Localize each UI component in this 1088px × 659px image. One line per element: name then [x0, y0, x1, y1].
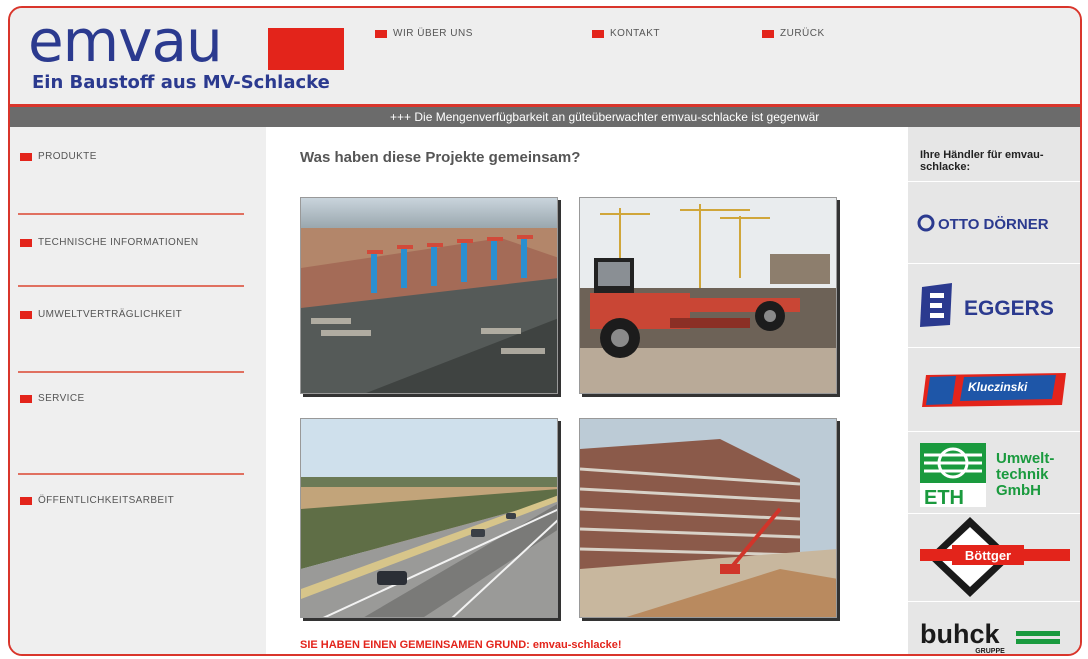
page-frame: emvau Ein Baustoff aus MV-Schlacke WIR Ü…	[8, 6, 1082, 656]
sidebar-divider	[18, 473, 244, 475]
road-grader-image	[580, 198, 836, 393]
dealer-kluczinski[interactable]: Kluczinski	[916, 369, 1076, 409]
page-title: Was haben diese Projekte gemeinsam?	[300, 149, 581, 166]
nav-label: KONTAKT	[610, 28, 660, 39]
red-bullet-icon	[20, 310, 32, 319]
dealer-buhck[interactable]: buhck GRUPPE	[916, 615, 1076, 655]
dealer-divider	[908, 263, 1080, 264]
dealer-divider	[908, 347, 1080, 348]
red-bullet-icon	[20, 152, 32, 161]
dealer-eth-umwelttechnik[interactable]: ETH Umwelt- technik GmbH	[916, 439, 1076, 509]
kluczinski-logo: Kluczinski	[922, 373, 1066, 407]
sidebar: PRODUKTE TECHNISCHE INFORMATIONEN UMWELT…	[10, 127, 266, 654]
buhck-logo: buhck GRUPPE	[920, 619, 1060, 655]
motorway-image	[301, 419, 557, 617]
container-port-image	[301, 198, 557, 393]
dealer-divider	[908, 431, 1080, 432]
red-bullet-icon	[20, 238, 32, 247]
nav-kontakt[interactable]: KONTAKT	[592, 28, 660, 39]
dealer-name: Böttger	[965, 548, 1011, 563]
dealer-eggers[interactable]: EGGERS	[916, 281, 1076, 331]
dealer-otto-doerner[interactable]: OTTO DÖRNER	[916, 209, 1076, 239]
sidebar-item-service[interactable]: SERVICE	[20, 393, 85, 404]
dealer-name: buhck	[920, 619, 1000, 649]
logo-tagline: Ein Baustoff aus MV-Schlacke	[32, 72, 330, 93]
sidebar-item-umweltvertraeglichkeit[interactable]: UMWELTVERTRÄGLICHKEIT	[20, 309, 182, 320]
eggers-logo: EGGERS	[920, 283, 1054, 327]
otto-doerner-logo: OTTO DÖRNER	[917, 214, 1049, 233]
red-bullet-icon	[375, 29, 387, 38]
sidebar-item-label: ÖFFENTLICHKEITSARBEIT	[38, 495, 175, 506]
sidebar-item-label: PRODUKTE	[38, 151, 97, 162]
dealer-heading: Ihre Händler für emvau-schlacke:	[920, 149, 1044, 173]
dealer-boettger[interactable]: Böttger	[916, 515, 1076, 599]
dealer-divider	[908, 181, 1080, 182]
dealer-sub: GRUPPE	[975, 648, 1005, 655]
sidebar-item-label: UMWELTVERTRÄGLICHKEIT	[38, 309, 183, 320]
sidebar-divider	[18, 371, 244, 373]
sidebar-item-label: SERVICE	[38, 393, 85, 404]
red-bullet-icon	[20, 394, 32, 403]
dealer-name-line3: GmbH	[996, 482, 1041, 499]
photo-road-grader	[579, 197, 837, 394]
top-navigation: WIR ÜBER UNS KONTAKT ZURÜCK	[10, 28, 1080, 48]
dealer-name: EGGERS	[964, 297, 1054, 320]
dealer-sidebar: Ihre Händler für emvau-schlacke: OTTO DÖ…	[908, 127, 1080, 655]
nav-label: WIR ÜBER UNS	[393, 28, 473, 39]
office-building-image	[580, 419, 836, 617]
dealer-name: Kluczinski	[968, 380, 1028, 394]
dealer-name: OTTO DÖRNER	[938, 216, 1049, 233]
eth-abbr: ETH	[924, 487, 964, 509]
nav-label: ZURÜCK	[780, 28, 825, 39]
red-bullet-icon	[592, 29, 604, 38]
nav-zurueck[interactable]: ZURÜCK	[762, 28, 825, 39]
dealer-divider	[908, 601, 1080, 602]
news-ticker: +++ Die Mengenverfügbarkeit an güteüberw…	[10, 107, 1080, 127]
photo-office-building	[579, 418, 837, 618]
photo-container-port	[300, 197, 558, 394]
sidebar-item-oeffentlichkeitsarbeit[interactable]: ÖFFENTLICHKEITSARBEIT	[20, 495, 174, 506]
header: emvau Ein Baustoff aus MV-Schlacke WIR Ü…	[10, 8, 1080, 104]
tagline-footer: SIE HABEN EINEN GEMEINSAMEN GRUND: emvau…	[300, 639, 622, 651]
sidebar-divider	[18, 285, 244, 287]
red-bullet-icon	[762, 29, 774, 38]
dealer-name-line2: technik	[996, 466, 1049, 483]
photo-motorway	[300, 418, 558, 618]
sidebar-divider	[18, 213, 244, 215]
main-content: Was haben diese Projekte gemeinsam? SIE …	[266, 127, 908, 654]
boettger-logo: Böttger	[920, 517, 1070, 597]
red-bullet-icon	[20, 496, 32, 505]
eth-logo: ETH Umwelt- technik GmbH	[920, 443, 1054, 509]
dealer-divider	[908, 513, 1080, 514]
nav-wir-ueber-uns[interactable]: WIR ÜBER UNS	[375, 28, 473, 39]
dealer-name-line1: Umwelt-	[996, 450, 1054, 467]
sidebar-item-technische-informationen[interactable]: TECHNISCHE INFORMATIONEN	[20, 237, 199, 248]
sidebar-item-label: TECHNISCHE INFORMATIONEN	[38, 237, 199, 248]
ticker-text: +++ Die Mengenverfügbarkeit an güteüberw…	[390, 110, 820, 124]
sidebar-item-produkte[interactable]: PRODUKTE	[20, 151, 97, 162]
